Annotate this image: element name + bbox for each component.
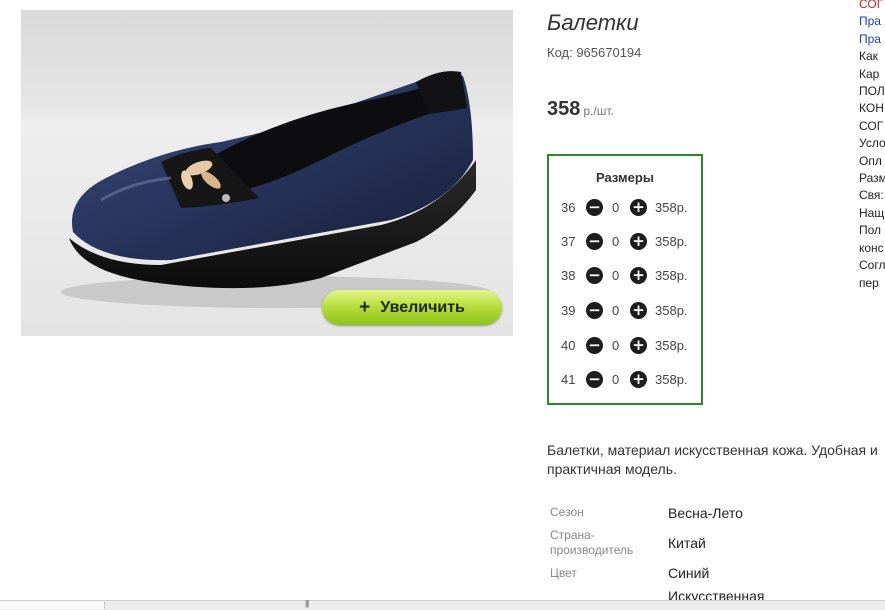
decrease-qty-button[interactable]: − <box>586 302 603 319</box>
side-menu-item[interactable]: Пол <box>859 222 885 239</box>
price-value: 358 <box>547 98 581 120</box>
minus-circle-icon: − <box>588 301 601 319</box>
size-label: 40 <box>561 338 576 353</box>
plus-icon: + <box>359 297 371 318</box>
size-price: 358р. <box>655 268 688 283</box>
size-price: 358р. <box>655 303 688 318</box>
attr-name-color: Цвет <box>550 566 577 580</box>
side-menu-item[interactable]: Пра <box>859 13 885 30</box>
quantity-value: 0 <box>612 338 620 353</box>
size-label: 41 <box>561 372 576 387</box>
size-label: 36 <box>561 200 576 215</box>
size-price: 358р. <box>655 234 688 249</box>
attr-value-season: Весна-Лето <box>668 505 743 521</box>
size-row-38: 38 − 0 + 358р. <box>549 266 701 286</box>
product-code: Код: 965670194 <box>547 45 642 60</box>
plus-circle-icon: + <box>632 198 645 216</box>
side-menu-item[interactable]: Кар <box>859 66 885 83</box>
increase-qty-button[interactable]: + <box>630 371 647 388</box>
size-row-40: 40 − 0 + 358р. <box>549 336 701 356</box>
product-title: Балетки <box>547 10 639 35</box>
quantity-value: 0 <box>612 234 620 249</box>
size-price: 358р. <box>655 200 688 215</box>
price-unit: р./шт. <box>583 104 614 118</box>
plus-circle-icon: + <box>632 266 645 284</box>
increase-qty-button[interactable]: + <box>630 337 647 354</box>
product-image[interactable]: + Увеличить <box>21 10 513 336</box>
side-menu-item[interactable]: конс <box>859 240 885 257</box>
quantity-value: 0 <box>612 303 620 318</box>
zoom-label: Увеличить <box>380 298 465 316</box>
side-menu-item[interactable]: пер <box>859 275 885 292</box>
side-menu-item[interactable]: Как <box>859 48 885 65</box>
minus-circle-icon: − <box>588 198 601 216</box>
size-row-36: 36 − 0 + 358р. <box>549 198 701 218</box>
side-menu-item[interactable]: Нащ <box>859 205 885 222</box>
decrease-qty-button[interactable]: − <box>586 371 603 388</box>
side-menu-item[interactable]: Усло <box>859 135 885 152</box>
decrease-qty-button[interactable]: − <box>586 199 603 216</box>
scrollbar-grip-icon: ||| <box>305 599 309 608</box>
minus-circle-icon: − <box>588 266 601 284</box>
plus-circle-icon: + <box>632 336 645 354</box>
scrollbar-thumb[interactable] <box>0 602 105 609</box>
size-price: 358р. <box>655 372 688 387</box>
plus-circle-icon: + <box>632 301 645 319</box>
product-description: Балетки, материал искусственная кожа. Уд… <box>547 442 878 477</box>
decrease-qty-button[interactable]: − <box>586 267 603 284</box>
minus-circle-icon: − <box>588 370 601 388</box>
size-row-39: 39 − 0 + 358р. <box>549 301 701 321</box>
plus-circle-icon: + <box>632 370 645 388</box>
increase-qty-button[interactable]: + <box>630 267 647 284</box>
minus-circle-icon: − <box>588 336 601 354</box>
size-label: 38 <box>561 268 576 283</box>
attr-value-color: Синий <box>668 565 710 581</box>
size-label: 39 <box>561 303 576 318</box>
sizes-title: Размеры <box>596 170 654 185</box>
increase-qty-button[interactable]: + <box>630 233 647 250</box>
plus-circle-icon: + <box>632 232 645 250</box>
side-menu-item[interactable]: Разм <box>859 170 885 187</box>
side-menu-item[interactable]: СОГ <box>859 118 885 135</box>
quantity-value: 0 <box>612 372 620 387</box>
shoe-illustration <box>61 71 491 308</box>
product-price: 358 р./шт. <box>547 98 614 121</box>
size-row-37: 37 − 0 + 358р. <box>549 232 701 252</box>
side-menu-item[interactable]: Согл <box>859 257 885 274</box>
side-menu: СОГ Пра Пра Как Кар ПОЛ КОН СОГ Усло Опл… <box>859 0 885 292</box>
size-row-41: 41 − 0 + 358р. <box>549 370 701 390</box>
side-menu-item[interactable]: КОН <box>859 100 885 117</box>
side-menu-item[interactable]: Пра <box>859 31 885 48</box>
zoom-button[interactable]: + Увеличить <box>322 290 502 325</box>
minus-circle-icon: − <box>588 232 601 250</box>
attr-name-country: Страна-производитель <box>550 528 634 557</box>
side-menu-item[interactable]: ПОЛ <box>859 83 885 100</box>
increase-qty-button[interactable]: + <box>630 199 647 216</box>
side-menu-item[interactable]: Свя: <box>859 187 885 204</box>
sizes-panel: Размеры 36 − 0 + 358р. 37 − 0 + 358р. 38… <box>547 154 703 405</box>
attr-name-season: Сезон <box>550 505 584 519</box>
size-label: 37 <box>561 234 576 249</box>
side-menu-item[interactable]: СОГ <box>859 0 885 13</box>
side-menu-item[interactable]: Опл <box>859 153 885 170</box>
decrease-qty-button[interactable]: − <box>586 337 603 354</box>
attr-value-country: Китай <box>668 535 706 551</box>
size-price: 358р. <box>655 338 688 353</box>
decrease-qty-button[interactable]: − <box>586 233 603 250</box>
quantity-value: 0 <box>612 200 620 215</box>
increase-qty-button[interactable]: + <box>630 302 647 319</box>
quantity-value: 0 <box>612 268 620 283</box>
